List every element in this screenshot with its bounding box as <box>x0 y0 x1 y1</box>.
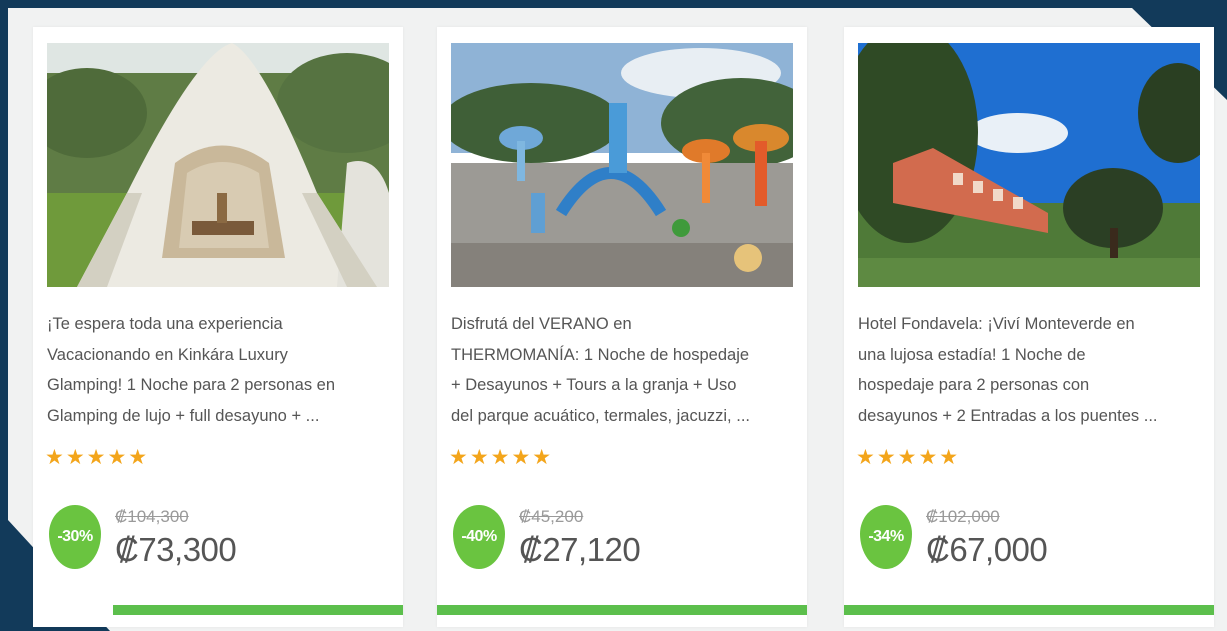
deal-description[interactable]: Disfrutá del VERANO en THERMOMANÍA: 1 No… <box>451 309 793 431</box>
discount-badge: -30% <box>49 505 101 569</box>
card-accent-bar <box>844 605 1214 615</box>
original-price: ₡104,300 <box>115 507 189 526</box>
deal-price: ₡27,120 <box>519 531 641 568</box>
deal-card-fondavela[interactable]: Hotel Fondavela: ¡Viví Monteverde en una… <box>844 27 1214 627</box>
deal-image-thermomania[interactable] <box>451 43 793 287</box>
deal-image-glamping[interactable] <box>47 43 389 287</box>
deal-card-glamping[interactable]: ¡Te espera toda una experiencia Vacacion… <box>33 27 403 627</box>
deal-description[interactable]: Hotel Fondavela: ¡Viví Monteverde en una… <box>858 309 1200 431</box>
card-accent-bar <box>113 605 403 615</box>
card-accent-bar <box>437 605 807 615</box>
discount-badge: -34% <box>860 505 912 569</box>
water-park-photo <box>451 43 793 287</box>
deal-price: ₡67,000 <box>926 531 1048 568</box>
hotel-fondavela-photo <box>858 43 1200 287</box>
deal-image-fondavela[interactable] <box>858 43 1200 287</box>
glamping-tent-photo <box>47 43 389 287</box>
discount-badge: -40% <box>453 505 505 569</box>
rating-stars: ★★★★★ <box>449 445 554 469</box>
original-price: ₡102,000 <box>926 507 1000 526</box>
deal-description[interactable]: ¡Te espera toda una experiencia Vacacion… <box>47 309 389 431</box>
deal-card-thermomania[interactable]: Disfrutá del VERANO en THERMOMANÍA: 1 No… <box>437 27 807 627</box>
rating-stars: ★★★★★ <box>856 445 961 469</box>
rating-stars: ★★★★★ <box>45 445 150 469</box>
deal-price: ₡73,300 <box>115 531 237 568</box>
original-price: ₡45,200 <box>519 507 584 526</box>
